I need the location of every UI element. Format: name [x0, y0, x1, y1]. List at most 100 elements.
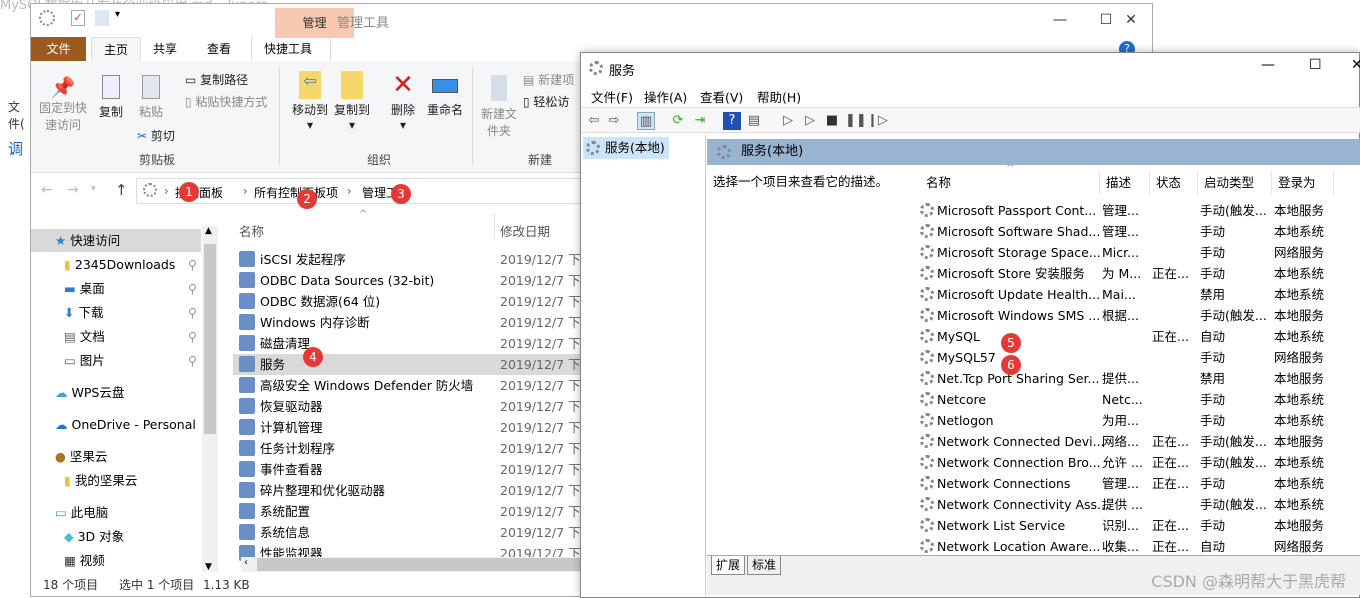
tab-extended[interactable]: 扩展 — [711, 556, 746, 575]
service-row[interactable]: Netcore Netc... 手动 本地系统 — [916, 389, 1360, 410]
stop-icon[interactable]: ■ — [823, 112, 841, 130]
back-button[interactable]: ← — [41, 182, 53, 198]
service-row[interactable]: Network Connectivity Ass... 提供 ... 手动(触发..… — [916, 494, 1360, 515]
easy-access-button[interactable]: ▯ 轻松访 — [523, 93, 569, 110]
nav-documents[interactable]: ▤ 文档 ⚲ — [31, 325, 201, 348]
breadcrumb-all-items[interactable]: 所有控制面板项 — [254, 184, 338, 201]
file-row[interactable]: Windows 内存诊断 2019/12/7 下午 — [233, 312, 583, 333]
move-to-button[interactable]: ⇦ 移动到 ▾ — [289, 71, 331, 132]
nav-wps-cloud[interactable]: ☁ WPS云盘 — [31, 381, 201, 404]
rename-button[interactable]: 重命名 — [423, 71, 467, 118]
file-row[interactable]: 磁盘清理 2019/12/7 下午 — [233, 333, 583, 354]
address-bar[interactable]: › 控制面板 › 所有控制面板项 › 管理工具 1 2 3 — [136, 178, 596, 209]
service-row[interactable]: Microsoft Store 安装服务 为 M... 正在... 手动 本地系统 — [916, 263, 1360, 284]
copy-path-button[interactable]: ▭ 复制路径 — [185, 71, 248, 88]
nav-jianguoyun[interactable]: ● 坚果云 — [31, 445, 201, 468]
service-row[interactable]: Network List Service 识别... 正在... 手动 本地服务 — [916, 515, 1360, 536]
menu-file[interactable]: 文件(F) — [591, 87, 633, 106]
tab-standard[interactable]: 标准 — [747, 556, 782, 575]
show-console-tree-icon[interactable]: ▥ — [637, 112, 655, 130]
column-header-name[interactable]: 名称 — [239, 221, 264, 240]
file-row[interactable]: iSCSI 发起程序 2019/12/7 下午 — [233, 249, 583, 270]
column-header-name[interactable]: 名称 — [920, 171, 1100, 195]
nav-2345downloads[interactable]: ▮ 2345Downloads ⚲ — [31, 253, 201, 276]
paste-button[interactable]: 粘贴 — [133, 75, 169, 120]
service-row[interactable]: Microsoft Passport Cont... 管理... 手动(触发... 本… — [916, 200, 1360, 221]
service-row[interactable]: MySQL 正在... 自动 本地系统 — [916, 326, 1360, 347]
column-header-startup-type[interactable]: 启动类型 — [1198, 171, 1272, 195]
column-header-status[interactable]: 状态 — [1150, 171, 1198, 195]
nav-onedrive[interactable]: ☁ OneDrive - Personal — [31, 413, 201, 436]
tree-item-services-local[interactable]: 服务(本地) — [583, 137, 669, 159]
service-row[interactable]: MySQL57 手动 网络服务 — [916, 347, 1360, 368]
menu-view[interactable]: 查看(V) — [700, 87, 743, 106]
close-button[interactable]: ✕ — [1351, 57, 1360, 73]
file-row[interactable]: 系统信息 2019/12/7 下午 — [233, 522, 583, 543]
column-header-log-on-as[interactable]: 登录为 — [1272, 171, 1334, 195]
file-row[interactable]: 计算机管理 2019/12/7 下午 — [233, 417, 583, 438]
file-row[interactable]: 任务计划程序 2019/12/7 下午 — [233, 438, 583, 459]
column-header-description[interactable]: 描述 — [1100, 171, 1150, 195]
paste-shortcut-button[interactable]: ▯ 粘贴快捷方式 — [185, 93, 267, 110]
service-row[interactable]: Microsoft Software Shad... 管理... 手动 本地系统 — [916, 221, 1360, 242]
copy-to-button[interactable]: 复制到 ▾ — [331, 71, 373, 132]
tab-home[interactable]: 主页 — [91, 37, 142, 61]
file-row[interactable]: ODBC 数据源(64 位) 2019/12/7 下午 — [233, 291, 583, 312]
restart-icon[interactable]: ❙▷ — [867, 112, 888, 130]
delete-button[interactable]: ✕ 删除 ▾ — [383, 71, 423, 132]
nav-quick-access[interactable]: ★ 快速访问 — [31, 229, 201, 252]
service-row[interactable]: Microsoft Windows SMS ... 根据... 手动(触发... 本地… — [916, 305, 1360, 326]
close-button[interactable]: ✕ — [1108, 8, 1154, 32]
nav-downloads[interactable]: ⬇ 下载 ⚲ — [31, 301, 201, 324]
properties-icon[interactable]: ✓ — [71, 10, 85, 26]
service-row[interactable]: Network Location Aware... 收集... 正在... 自动 网络服… — [916, 536, 1360, 555]
column-header-date[interactable]: 修改日期 — [500, 221, 550, 240]
service-row[interactable]: Microsoft Update Health... Mai... 禁用 本地系统 — [916, 284, 1360, 305]
file-row[interactable]: 服务 2019/12/7 下午 — [233, 354, 583, 375]
menu-help[interactable]: 帮助(H) — [757, 87, 801, 106]
tab-view[interactable]: 查看 — [195, 37, 243, 61]
maximize-button[interactable]: ☐ — [1309, 57, 1322, 73]
file-row[interactable]: 恢复驱动器 2019/12/7 下午 — [233, 396, 583, 417]
recent-locations-button[interactable]: ▾ — [91, 184, 96, 194]
service-row[interactable]: Network Connection Bro... 允许 ... 正在... 手动(触… — [916, 452, 1360, 473]
nav-pictures[interactable]: ▭ 图片 ⚲ — [31, 349, 201, 372]
nav-desktop[interactable]: ▬ 桌面 ⚲ — [31, 277, 201, 300]
export-list-icon[interactable]: ⇥ — [691, 112, 709, 130]
pause-icon[interactable]: ❚❚ — [845, 112, 867, 130]
help-icon[interactable]: ? — [723, 112, 741, 130]
minimize-button[interactable]: — — [1037, 8, 1083, 32]
nav-my-jianguoyun[interactable]: ▮ 我的坚果云 — [31, 469, 201, 492]
nav-3d-objects[interactable]: ◆ 3D 对象 — [31, 525, 201, 548]
customize-toolbar-icon[interactable]: ▾ — [115, 9, 120, 20]
nav-this-pc[interactable]: ▭ 此电脑 — [31, 501, 201, 524]
forward-button[interactable]: → — [67, 182, 79, 198]
tab-quick-tools[interactable]: 快捷工具 — [251, 37, 331, 61]
forward-icon[interactable]: ⇨ — [605, 112, 623, 130]
tab-share[interactable]: 共享 — [141, 37, 189, 61]
nav-scrollbar[interactable]: ▲ ▼ — [202, 226, 218, 572]
new-folder-quick-icon[interactable] — [95, 10, 109, 26]
service-row[interactable]: Network Connections 管理... 正在... 手动 本地系统 — [916, 473, 1360, 494]
pin-quick-access-button[interactable]: 📌 固定到快速访问 — [35, 75, 91, 133]
service-row[interactable]: Netlogon 为用... 手动 本地系统 — [916, 410, 1360, 431]
tab-file[interactable]: 文件 — [31, 37, 86, 61]
bg-menu-file[interactable]: 文件( — [8, 98, 30, 132]
new-folder-button[interactable]: 新建文件夹 — [479, 75, 519, 139]
new-item-button[interactable]: ▤ 新建项 — [523, 71, 574, 88]
copy-button[interactable]: 复制 — [93, 75, 129, 120]
file-row[interactable]: 碎片整理和优化驱动器 2019/12/7 下午 — [233, 480, 583, 501]
start-icon[interactable]: ▷ — [779, 112, 797, 130]
cut-button[interactable]: ✂ 剪切 — [137, 127, 175, 144]
nav-videos[interactable]: ▦ 视频 — [31, 549, 201, 572]
service-row[interactable]: Microsoft Storage Space... Micr... 手动 网络服务 — [916, 242, 1360, 263]
service-row[interactable]: Net.Tcp Port Sharing Ser... 提供... 禁用 本地服务 — [916, 368, 1360, 389]
file-row[interactable]: ODBC Data Sources (32-bit) 2019/12/7 下午 — [233, 270, 583, 291]
file-row[interactable]: 高级安全 Windows Defender 防火墙 2019/12/7 下午 — [233, 375, 583, 396]
file-row[interactable]: 系统配置 2019/12/7 下午 — [233, 501, 583, 522]
menu-action[interactable]: 操作(A) — [644, 87, 687, 106]
minimize-button[interactable]: — — [1261, 57, 1275, 73]
horizontal-scrollbar[interactable]: ‹ — [241, 557, 587, 572]
service-row[interactable]: Network Connected Devi... 网络... 正在... 手动(触发… — [916, 431, 1360, 452]
file-row[interactable]: 事件查看器 2019/12/7 下午 — [233, 459, 583, 480]
